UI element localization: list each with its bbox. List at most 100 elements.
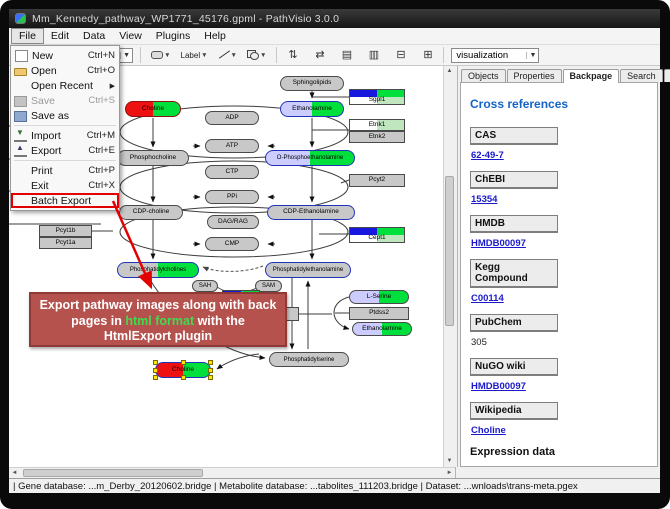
selection-handle[interactable] bbox=[153, 368, 158, 373]
toolbar-common-width-button[interactable]: ▥ bbox=[365, 47, 382, 64]
menu-item-open[interactable]: OpenCtrl+O bbox=[11, 63, 119, 78]
tab-search[interactable]: Search bbox=[620, 69, 663, 82]
save-as-icon bbox=[14, 111, 27, 122]
pathway-node-l-serine[interactable]: L-Serine bbox=[349, 290, 409, 304]
tab-objects[interactable]: Objects bbox=[461, 69, 506, 82]
scrollbar-thumb[interactable] bbox=[23, 469, 203, 477]
menubar-item-view[interactable]: View bbox=[112, 28, 149, 44]
pathway-node-phosphatidylserine[interactable]: Phosphatidylserine bbox=[269, 352, 349, 367]
menubar-item-edit[interactable]: Edit bbox=[44, 28, 76, 44]
gene-node-icon bbox=[151, 51, 163, 59]
pathway-node-sah[interactable]: SAH bbox=[192, 280, 218, 292]
pathway-node-cmp[interactable]: CMP bbox=[205, 237, 259, 251]
canvas-vertical-scrollbar[interactable]: ▲ ▼ bbox=[443, 66, 454, 467]
menu-item-exit[interactable]: ExitCtrl+X bbox=[11, 178, 119, 193]
menubar-item-plugins[interactable]: Plugins bbox=[149, 28, 197, 44]
pathway-node-ppi[interactable]: PPi bbox=[205, 190, 259, 204]
backpage-section-value[interactable]: 62-49-7 bbox=[471, 150, 657, 161]
visualization-combobox[interactable]: visualization ▼ bbox=[451, 48, 539, 63]
crossref-link-c00114[interactable]: C00114 bbox=[471, 293, 504, 304]
pathway-node-cdp-ethanolamine[interactable]: CDP-Ethanolamine bbox=[267, 205, 355, 220]
selection-handle[interactable] bbox=[208, 360, 213, 365]
pathway-node-phosphatidylcholines[interactable]: Phosphatidylcholines bbox=[117, 262, 199, 278]
selection-handle[interactable] bbox=[208, 368, 213, 373]
menu-item-open-recent[interactable]: Open Recent▶ bbox=[11, 78, 119, 93]
pathway-node-ethanolamine[interactable]: Ethanolamine bbox=[280, 101, 344, 117]
menu-shortcut: Ctrl+N bbox=[88, 50, 115, 61]
scrollbar-thumb[interactable] bbox=[445, 176, 454, 326]
line-tool-button[interactable]: ▼ bbox=[215, 47, 240, 64]
pathway-node-etnk1[interactable]: Etnk1 bbox=[349, 119, 405, 131]
crossref-link-hmdb00097[interactable]: HMDB00097 bbox=[471, 238, 526, 249]
menu-item-label: Save as bbox=[31, 110, 69, 122]
menu-item-import[interactable]: ImportCtrl+M bbox=[11, 128, 119, 143]
menu-shortcut: Ctrl+E bbox=[88, 145, 115, 156]
pathway-node-ptdss2[interactable]: Ptdss2 bbox=[349, 307, 409, 320]
node-label: Ptdss2 bbox=[369, 310, 389, 317]
tab-legend[interactable]: Legend bbox=[664, 69, 670, 82]
pathway-node-pcyt2[interactable]: Pcyt2 bbox=[349, 174, 405, 187]
toolbar-align-vertical-center-button[interactable]: ⇅ bbox=[284, 47, 301, 64]
pathway-node-dag-rag[interactable]: DAG/RAG bbox=[207, 215, 259, 229]
selection-handle[interactable] bbox=[181, 360, 186, 365]
pathway-node-ctp[interactable]: CTP bbox=[205, 165, 259, 179]
menu-item-new[interactable]: NewCtrl+N bbox=[11, 48, 119, 63]
menu-item-batch-export[interactable]: Batch Export bbox=[11, 193, 119, 208]
menubar-item-data[interactable]: Data bbox=[76, 28, 112, 44]
backpage-section-value[interactable]: C00114 bbox=[471, 293, 657, 304]
datanode-tool-button[interactable]: ▼ bbox=[148, 47, 173, 64]
backpage-section-title: ChEBI bbox=[470, 171, 558, 189]
menubar-item-help[interactable]: Help bbox=[197, 28, 233, 44]
title-bar[interactable]: Mm_Kennedy_pathway_WP1771_45176.gpml - P… bbox=[9, 9, 660, 28]
backpage-sections: CAS62-49-7ChEBI15354HMDBHMDB00097Kegg Co… bbox=[470, 127, 657, 436]
menu-item-save[interactable]: SaveCtrl+S bbox=[11, 93, 119, 108]
pathway-node-cdp-choline[interactable]: CDP-choline bbox=[119, 205, 183, 220]
backpage-section-value[interactable]: 15354 bbox=[471, 194, 657, 205]
shape-tool-button[interactable]: ▼ bbox=[244, 47, 269, 64]
pathway-node-cept1[interactable]: Cept1 bbox=[349, 227, 405, 243]
selection-handle[interactable] bbox=[181, 375, 186, 380]
scroll-left-icon[interactable]: ◄ bbox=[9, 468, 20, 479]
toolbar-align-horizontal-center-button[interactable]: ⇄ bbox=[311, 47, 328, 64]
label-tool-button[interactable]: Label ▼ bbox=[178, 47, 211, 64]
blank-icon bbox=[14, 164, 27, 177]
toolbar-stack-horizontal-button[interactable]: ⊞ bbox=[419, 47, 436, 64]
menubar-item-file[interactable]: File bbox=[11, 28, 44, 44]
pathway-node-adp[interactable]: ADP bbox=[205, 111, 259, 125]
import-icon bbox=[14, 129, 27, 142]
selection-handle[interactable] bbox=[153, 360, 158, 365]
menu-item-export[interactable]: ExportCtrl+E bbox=[11, 143, 119, 158]
pathway-node-sphingolipids[interactable]: Sphingolipids bbox=[280, 76, 344, 91]
pathway-node-phosphocholine[interactable]: Phosphocholine bbox=[117, 150, 189, 166]
selection-handle[interactable] bbox=[153, 375, 158, 380]
tab-backpage[interactable]: Backpage bbox=[563, 69, 620, 83]
crossref-link-choline[interactable]: Choline bbox=[471, 425, 506, 436]
scroll-up-icon[interactable]: ▲ bbox=[444, 66, 455, 77]
pathway-node-choline[interactable]: Choline bbox=[155, 362, 211, 378]
menu-item-save-as[interactable]: Save as bbox=[11, 108, 119, 123]
backpage-section-value[interactable]: Choline bbox=[471, 425, 657, 436]
pathway-node-pcyt1a[interactable]: Pcyt1a bbox=[39, 237, 92, 249]
crossref-link-62-49-7[interactable]: 62-49-7 bbox=[471, 150, 504, 161]
backpage-section-value[interactable]: HMDB00097 bbox=[471, 381, 657, 392]
pathway-node-o-phosphoethanolamine[interactable]: O-Phosphoethanolamine bbox=[265, 150, 355, 166]
selection-handle[interactable] bbox=[208, 375, 213, 380]
crossref-link-15354[interactable]: 15354 bbox=[471, 194, 497, 205]
scroll-right-icon[interactable]: ► bbox=[444, 468, 455, 479]
pathway-node-ethanolamine[interactable]: Ethanolamine bbox=[352, 322, 412, 336]
pathway-node-pcyt1b[interactable]: Pcyt1b bbox=[39, 225, 92, 237]
scroll-down-icon[interactable]: ▼ bbox=[444, 456, 455, 467]
canvas-horizontal-scrollbar[interactable]: ◄ ► bbox=[9, 467, 455, 478]
chevron-down-icon: ▼ bbox=[164, 52, 170, 59]
backpage-section-value[interactable]: HMDB00097 bbox=[471, 238, 657, 249]
pathway-node-etnk2[interactable]: Etnk2 bbox=[349, 131, 405, 143]
menu-item-print[interactable]: PrintCtrl+P bbox=[11, 163, 119, 178]
crossref-link-hmdb00097[interactable]: HMDB00097 bbox=[471, 381, 526, 392]
pathway-node-choline[interactable]: Choline bbox=[125, 101, 181, 117]
pathway-node-phosphatidylethanolamine[interactable]: Phosphatidylethanolamine bbox=[265, 262, 351, 278]
toolbar-common-height-button[interactable]: ▤ bbox=[338, 47, 355, 64]
pathway-node-sgpl1[interactable]: Sgpl1 bbox=[349, 89, 405, 105]
pathway-node-atp[interactable]: ATP bbox=[205, 139, 259, 153]
tab-properties[interactable]: Properties bbox=[507, 69, 562, 82]
toolbar-stack-vertical-button[interactable]: ⊟ bbox=[392, 47, 409, 64]
